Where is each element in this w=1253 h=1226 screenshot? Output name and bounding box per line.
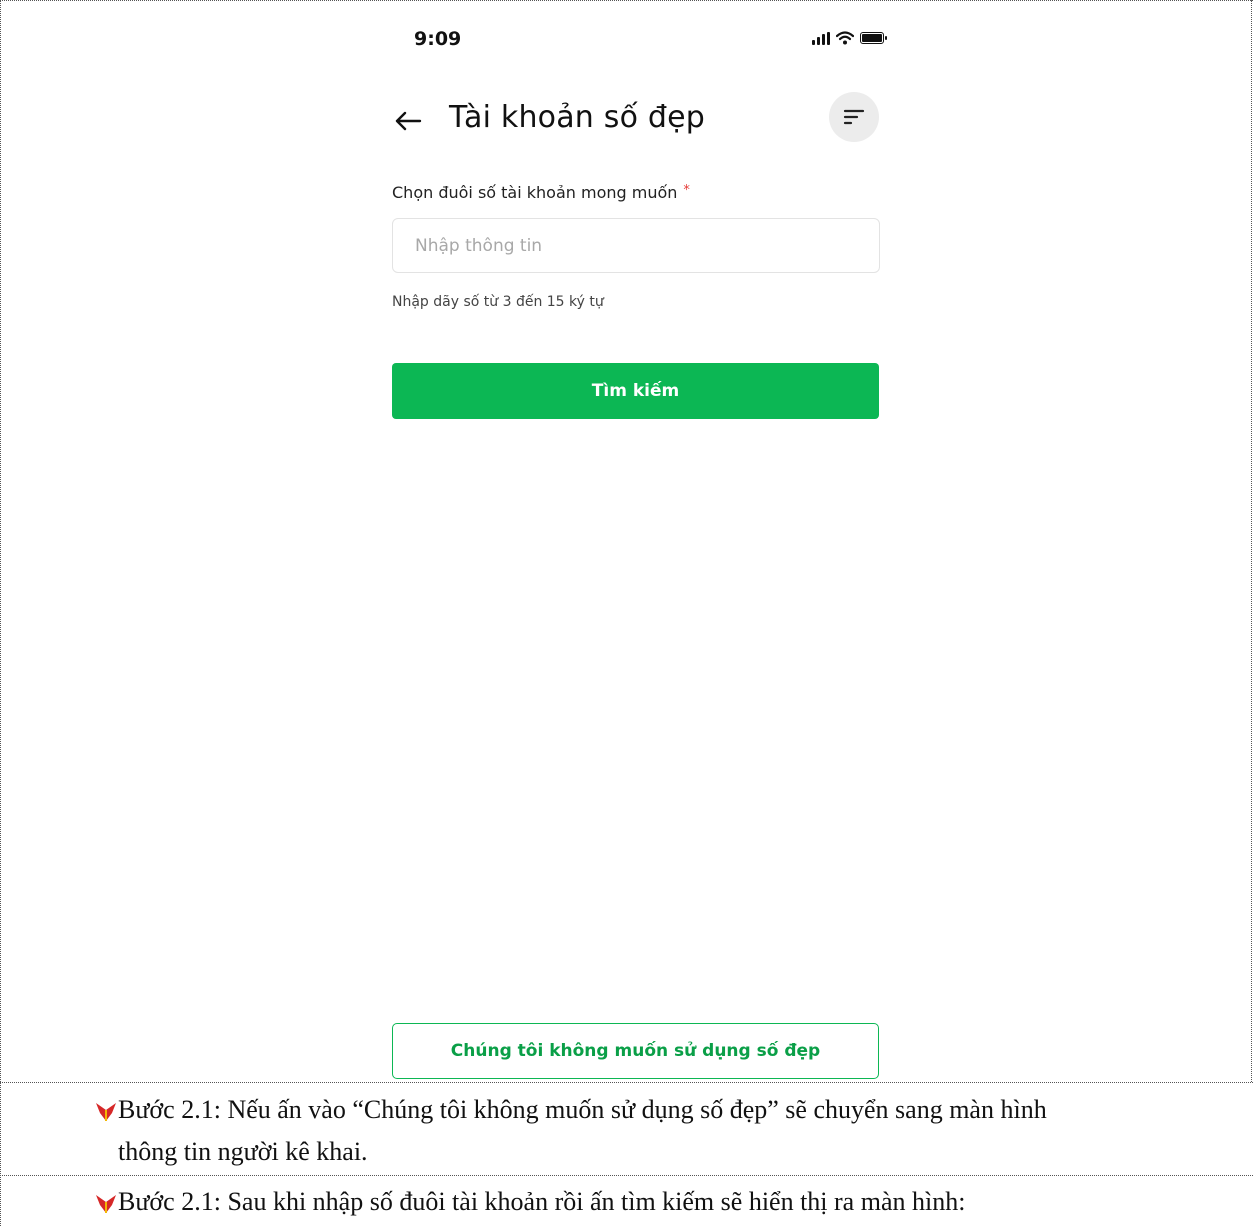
status-time: 9:09 xyxy=(414,28,462,50)
page-title: Tài khoản số đẹp xyxy=(449,100,706,135)
page-frame-left xyxy=(0,0,1,1226)
back-button[interactable] xyxy=(390,104,426,138)
doc-step1-line1: Bước 2.1: Nếu ấn vào “Chúng tôi không mu… xyxy=(118,1095,1047,1124)
skip-nice-number-button[interactable]: Chúng tôi không muốn sử dụng số đẹp xyxy=(392,1023,879,1079)
arrow-left-icon xyxy=(395,111,422,131)
battery-icon xyxy=(860,32,887,44)
account-suffix-input[interactable] xyxy=(392,218,880,273)
page-frame-top xyxy=(0,0,1253,1)
bullet-arrow-icon xyxy=(96,1195,116,1213)
field-label: Chọn đuôi số tài khoản mong muốn * xyxy=(392,183,690,202)
helper-text: Nhập dãy số từ 3 đến 15 ký tự xyxy=(392,294,604,310)
page-divider xyxy=(0,1175,1253,1176)
bullet-arrow-icon xyxy=(96,1103,116,1121)
signal-icon xyxy=(812,31,830,45)
field-label-text: Chọn đuôi số tài khoản mong muốn xyxy=(392,183,678,202)
page-divider xyxy=(0,1082,1253,1083)
wifi-icon xyxy=(836,31,854,45)
filter-lines-icon xyxy=(843,109,865,125)
page-frame-right xyxy=(1251,0,1252,1082)
filter-button[interactable] xyxy=(829,92,879,142)
status-icons xyxy=(812,31,887,45)
doc-step2-line1: Bước 2.1: Sau khi nhập số đuôi tài khoản… xyxy=(118,1187,966,1216)
search-button[interactable]: Tìm kiếm xyxy=(392,363,879,419)
doc-step1-line2: thông tin người kê khai. xyxy=(118,1137,368,1166)
required-mark: * xyxy=(683,183,690,198)
